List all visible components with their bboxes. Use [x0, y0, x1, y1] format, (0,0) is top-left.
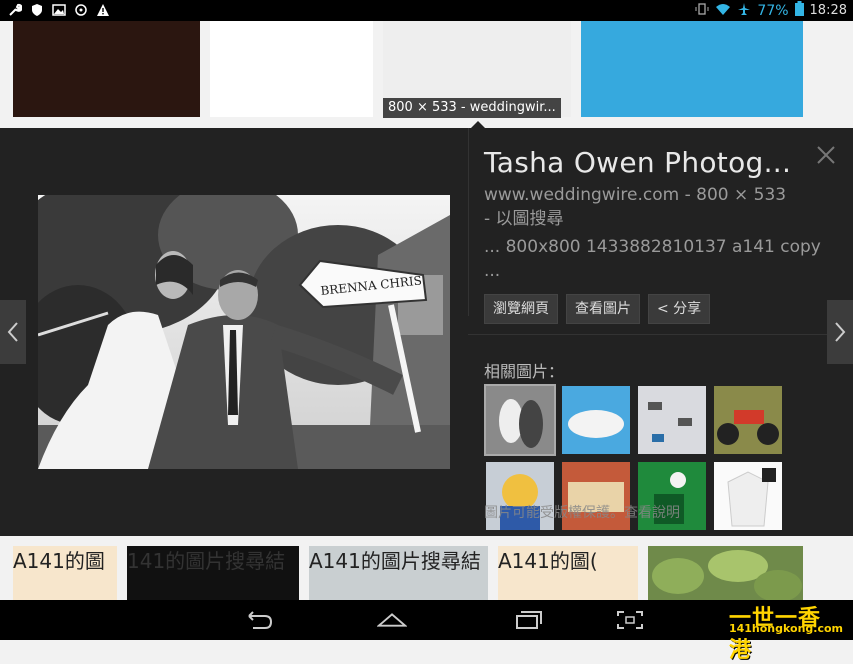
image-detail-panel: BRENNA CHRIS Tasha Owen Photog... www.we… — [0, 128, 853, 536]
image-size-tooltip: 800 × 533 - weddingwir... — [383, 98, 561, 118]
screenshot-button[interactable] — [615, 608, 645, 632]
watermark-url: 141hongkong.com — [728, 622, 843, 635]
recent-apps-button[interactable] — [513, 608, 543, 632]
image-description: ... 800x800 1433882810137 a141 copy ... — [484, 237, 821, 281]
wedding-photo: BRENNA CHRIS — [38, 195, 450, 469]
back-button[interactable] — [243, 608, 273, 632]
related-image[interactable] — [562, 386, 630, 454]
sync-icon — [74, 3, 88, 17]
home-button[interactable] — [377, 608, 407, 632]
main-preview-image[interactable]: BRENNA CHRIS — [38, 195, 450, 469]
result-thumbnail[interactable]: A141的圖( — [498, 546, 638, 600]
recent-apps-icon — [516, 611, 542, 629]
result-thumbnail[interactable]: A141的圖片搜尋結 — [309, 546, 488, 600]
action-buttons: 瀏覽網頁 查看圖片 < 分享 — [484, 294, 711, 324]
related-image[interactable] — [714, 462, 782, 530]
related-image[interactable] — [484, 384, 556, 456]
divider — [468, 334, 828, 335]
result-thumbnail[interactable]: 141的圖片搜尋結 — [127, 546, 299, 600]
thumbnail-text: A141的圖片搜尋結 — [309, 549, 481, 573]
navigation-bar — [0, 600, 853, 640]
divider — [468, 128, 469, 316]
source-domain-size[interactable]: www.weddingwire.com - 800 × 533 — [484, 185, 786, 205]
visit-page-button[interactable]: 瀏覽網頁 — [484, 294, 558, 324]
chevron-right-icon — [835, 322, 846, 342]
wifi-icon — [715, 2, 731, 20]
image-icon — [52, 3, 66, 17]
airplane-icon — [737, 2, 751, 20]
thumbnail-text: A141的圖( — [498, 549, 598, 573]
search-by-image-link[interactable]: - 以圖搜尋 — [484, 209, 564, 229]
clock: 18:28 — [809, 3, 847, 18]
screenshot-icon — [617, 611, 643, 629]
previous-image-button[interactable] — [0, 300, 26, 364]
thumbnail-text: 141的圖片搜尋結 — [127, 549, 286, 573]
site-watermark-logo: 一世一香港 141hongkong.com — [728, 600, 847, 663]
thumbnail-text: A141的圖 — [13, 549, 105, 573]
vibrate-icon — [695, 2, 709, 20]
result-thumbnail[interactable]: A141的圖 — [13, 546, 117, 600]
copyright-notice[interactable]: 圖片可能受版權保護。查看說明 — [484, 502, 680, 522]
bottom-thumbnail-strip: A141的圖 141的圖片搜尋結 A141的圖片搜尋結 A141的圖( — [0, 536, 853, 600]
related-image[interactable] — [638, 386, 706, 454]
related-image[interactable] — [714, 386, 782, 454]
result-thumbnail[interactable] — [581, 21, 803, 117]
image-title[interactable]: Tasha Owen Photog... — [484, 146, 824, 179]
home-icon — [377, 613, 407, 627]
next-image-button[interactable] — [827, 300, 853, 364]
result-thumbnail[interactable] — [648, 546, 803, 600]
chevron-left-icon — [7, 322, 18, 342]
share-button[interactable]: < 分享 — [648, 294, 711, 324]
image-info: Tasha Owen Photog... www.weddingwire.com… — [484, 146, 824, 283]
battery-icon — [794, 1, 804, 20]
view-image-button[interactable]: 查看圖片 — [566, 294, 640, 324]
status-bar: 77% 18:28 — [0, 0, 853, 21]
shield-icon — [30, 3, 44, 17]
battery-percentage: 77% — [757, 2, 789, 19]
result-thumbnail[interactable] — [13, 21, 200, 117]
wrench-icon — [8, 3, 22, 17]
source-line: www.weddingwire.com - 800 × 533 - 以圖搜尋 — [484, 183, 824, 231]
related-images-label: 相關圖片： — [484, 362, 565, 381]
warning-icon — [96, 3, 110, 17]
back-icon — [248, 611, 273, 629]
result-thumbnail[interactable] — [210, 21, 373, 117]
